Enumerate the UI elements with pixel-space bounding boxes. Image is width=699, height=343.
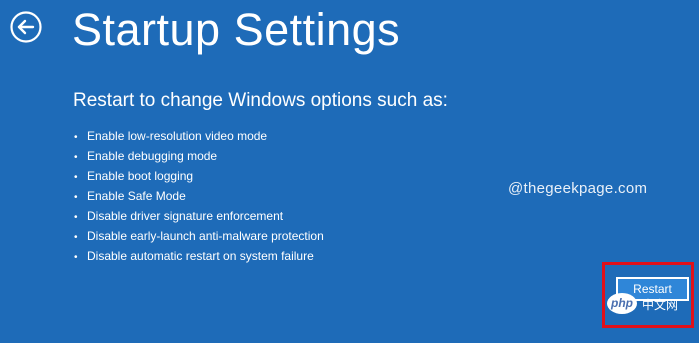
list-item: • Disable early-launch anti-malware prote…	[74, 226, 324, 246]
option-label: Enable debugging mode	[87, 149, 218, 163]
php-logo: php	[607, 293, 637, 314]
page-title: Startup Settings	[72, 4, 401, 55]
startup-options-list: • Enable low-resolution video mode • Enabl…	[74, 126, 324, 266]
list-item: • Enable low-resolution video mode	[74, 126, 324, 146]
option-label: Enable low-resolution video mode	[87, 129, 268, 143]
bullet-icon: •	[74, 132, 78, 143]
bullet-icon: •	[74, 192, 78, 203]
option-label: Disable driver signature enforcement	[87, 209, 284, 223]
option-label: Enable Safe Mode	[87, 189, 186, 203]
bullet-icon: •	[74, 212, 78, 223]
list-item: • Disable driver signature enforcement	[74, 206, 324, 226]
bullet-icon: •	[74, 232, 78, 243]
page-subtitle: Restart to change Windows options such a…	[73, 90, 448, 111]
bullet-icon: •	[74, 252, 78, 263]
option-label: Disable early-launch anti-malware protec…	[87, 229, 324, 243]
list-item: • Disable automatic restart on system fai…	[74, 246, 324, 266]
bullet-icon: •	[74, 152, 78, 163]
watermark-text: @thegeekpage.com	[508, 180, 648, 197]
bullet-icon: •	[74, 172, 78, 183]
back-arrow-icon[interactable]	[9, 10, 43, 44]
php-site-text: 中文网	[642, 298, 679, 312]
list-item: • Enable Safe Mode	[74, 186, 324, 206]
option-label: Enable boot logging	[87, 169, 194, 183]
list-item: • Enable debugging mode	[74, 146, 324, 166]
list-item: • Enable boot logging	[74, 166, 324, 186]
option-label: Disable automatic restart on system fail…	[87, 249, 314, 263]
